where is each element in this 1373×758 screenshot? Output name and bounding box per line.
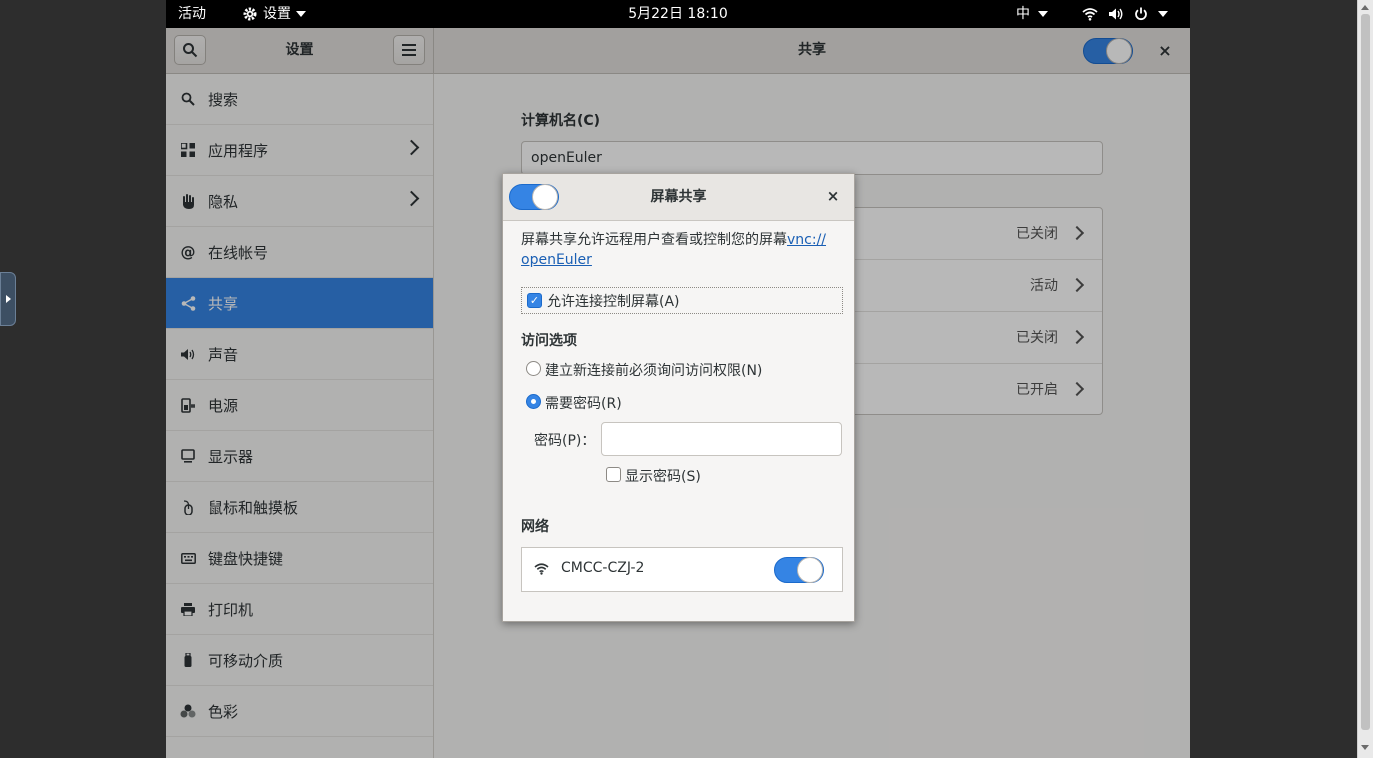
dialog-title: 屏幕共享 [650, 189, 707, 205]
allow-control-checkbox[interactable]: ✓ [527, 293, 542, 308]
password-label: 密码(P)： [534, 433, 596, 449]
allow-control-checkbox-row[interactable]: ✓ 允许连接控制屏幕(A) [521, 287, 843, 314]
network-title: 网络 [521, 519, 549, 535]
switch-knob [797, 557, 823, 583]
screen-sharing-dialog: 屏幕共享 × 屏幕共享允许远程用户查看或控制您的屏幕vnc://openEule… [502, 173, 855, 622]
app-menu-label: 设置 [263, 6, 291, 22]
show-password-label: 显示密码(S) [625, 469, 701, 485]
side-panel-handle[interactable] [0, 272, 16, 326]
allow-control-label: 允许连接控制屏幕(A) [547, 293, 680, 310]
description-text: 屏幕共享允许远程用户查看或控制您的屏幕 [521, 232, 787, 248]
password-input[interactable] [601, 422, 842, 456]
scrollbar-thumb[interactable] [1361, 14, 1370, 730]
require-password-radio[interactable] [526, 394, 541, 409]
ask-access-radio[interactable] [526, 361, 541, 376]
access-options-title: 访问选项 [521, 333, 577, 349]
top-bar: 活动 设置 5月22日 18:10 中 [166, 0, 1190, 28]
chevron-down-icon [296, 11, 306, 17]
gear-icon [243, 7, 257, 21]
volume-icon [1109, 8, 1123, 20]
dialog-header: 屏幕共享 × [503, 174, 854, 221]
network-sharing-switch[interactable] [774, 557, 824, 583]
page-scrollbar[interactable] [1357, 0, 1373, 758]
dialog-close-button[interactable]: × [821, 184, 845, 208]
screen-sharing-description: 屏幕共享允许远程用户查看或控制您的屏幕vnc://openEuler [521, 230, 846, 270]
power-icon [1135, 7, 1147, 21]
app-menu[interactable]: 设置 [242, 0, 306, 28]
input-method-label: 中 [1016, 6, 1030, 22]
ask-access-label: 建立新连接前必须询问访问权限(N) [545, 363, 763, 379]
require-password-label: 需要密码(R) [545, 396, 622, 412]
wifi-icon [534, 563, 549, 575]
wifi-icon [1082, 8, 1098, 21]
input-method-menu[interactable]: 中 [1016, 0, 1048, 28]
activities-button[interactable]: 活动 [178, 0, 206, 28]
expand-arrow-icon [6, 295, 11, 303]
network-name: CMCC-CZJ-2 [561, 560, 645, 576]
scroll-up-arrow-icon[interactable] [1361, 5, 1369, 10]
chevron-down-icon [1038, 11, 1048, 17]
scroll-down-arrow-icon[interactable] [1361, 745, 1369, 750]
chevron-down-icon [1158, 11, 1168, 17]
system-menu[interactable] [1082, 0, 1168, 28]
show-password-checkbox[interactable] [606, 467, 621, 482]
network-row: CMCC-CZJ-2 [521, 547, 843, 592]
